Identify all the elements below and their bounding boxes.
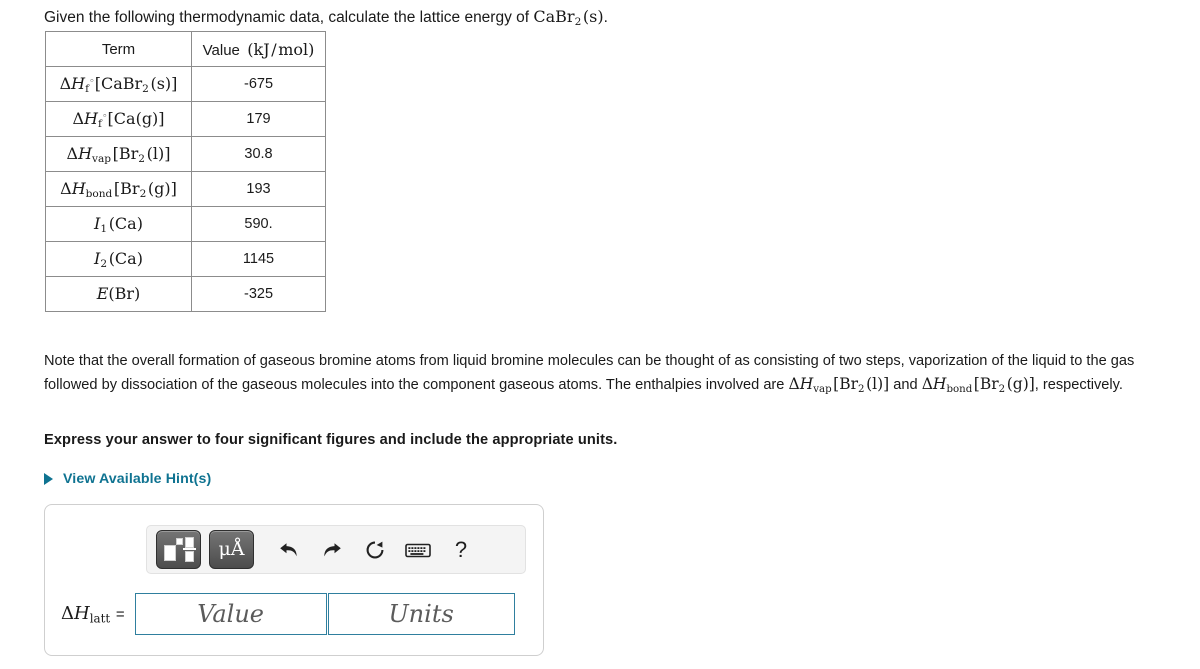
answer-instruction: Express your answer to four significant … xyxy=(44,432,618,448)
table-row: I2 (Ca) 1145 xyxy=(45,241,326,277)
triangle-right-icon xyxy=(44,473,53,485)
units-button[interactable]: μÅ xyxy=(209,530,254,569)
row-term-dhf-ca: ΔHf◦[Ca(g)] xyxy=(45,101,192,137)
table-header-row: Term Value (kJ / mol) xyxy=(45,31,326,67)
view-hints-link[interactable]: View Available Hint(s) xyxy=(44,471,211,487)
table-row: E(Br) -325 xyxy=(45,276,326,312)
question-prompt: Given the following thermodynamic data, … xyxy=(44,7,608,32)
note-formula-dhvap: ΔHvap [Br2 (l)] xyxy=(788,375,890,395)
term-formula: ΔHvap [Br2 (l)] xyxy=(66,143,171,165)
term-formula: ΔHf◦[Ca(g)] xyxy=(72,108,165,130)
thermodynamic-data-table: Term Value (kJ / mol) ΔHf◦[CaBr2 (s)] -6… xyxy=(45,31,326,312)
term-formula: E(Br) xyxy=(96,284,141,303)
undo-button[interactable] xyxy=(269,530,309,569)
row-value: 193 xyxy=(191,171,326,207)
term-formula: I2 (Ca) xyxy=(94,248,143,270)
note-text-part3: , respectively. xyxy=(1034,377,1123,393)
row-value: -325 xyxy=(191,276,326,312)
column-header-value-unit: (kJ / mol) xyxy=(244,39,315,59)
question-prompt-formula: CaBr2 (s) xyxy=(533,7,604,28)
note-formula-dhbond: ΔHbond [Br2 (g)] xyxy=(921,375,1035,395)
column-header-term: Term xyxy=(45,31,192,67)
value-input[interactable]: Value xyxy=(134,593,327,635)
row-term-e-br: E(Br) xyxy=(45,276,192,312)
view-hints-label: View Available Hint(s) xyxy=(63,471,212,487)
problem-page: Given the following thermodynamic data, … xyxy=(0,0,1200,669)
term-formula: ΔHbond [Br2 (g)] xyxy=(60,178,177,200)
term-formula: I1 (Ca) xyxy=(94,213,143,235)
units-icon-label: μÅ xyxy=(218,538,245,560)
row-value: -675 xyxy=(191,66,326,102)
help-icon-label: ? xyxy=(454,536,468,562)
row-term-dhbond-br2: ΔHbond [Br2 (g)] xyxy=(45,171,192,207)
table-row: ΔHbond [Br2 (g)] 193 xyxy=(45,171,326,207)
math-templates-button[interactable] xyxy=(156,530,201,569)
row-term-i1-ca: I1 (Ca) xyxy=(45,206,192,242)
answer-label-equals: = xyxy=(115,605,125,623)
row-term-i2-ca: I2 (Ca) xyxy=(45,241,192,277)
table-row: ΔHf◦[Ca(g)] 179 xyxy=(45,101,326,137)
math-template-icon xyxy=(163,536,196,563)
answer-toolbar: μÅ ? xyxy=(146,525,526,574)
column-header-value-label: Value xyxy=(202,41,240,59)
question-prompt-period: . xyxy=(603,9,608,26)
answer-input-row: ΔHlatt = Value Units xyxy=(61,593,515,635)
row-value: 179 xyxy=(191,101,326,137)
answer-label: ΔHlatt = xyxy=(61,602,125,626)
note-text-part2: and xyxy=(893,377,918,393)
term-formula: ΔHf◦[CaBr2 (s)] xyxy=(59,73,178,95)
help-button[interactable]: ? xyxy=(441,530,481,569)
units-input[interactable]: Units xyxy=(327,593,515,635)
column-header-value: Value (kJ / mol) xyxy=(191,31,326,67)
row-term-dhvap-br2: ΔHvap [Br2 (l)] xyxy=(45,136,192,172)
keyboard-button[interactable] xyxy=(398,530,438,569)
question-prompt-text: Given the following thermodynamic data, … xyxy=(44,9,530,26)
row-value: 590. xyxy=(191,206,326,242)
row-term-dhf-cabr2: ΔHf◦[CaBr2 (s)] xyxy=(45,66,192,102)
table-head: Term Value (kJ / mol) xyxy=(45,31,326,67)
note-paragraph: Note that the overall formation of gaseo… xyxy=(44,350,1180,401)
table-body: ΔHf◦[CaBr2 (s)] -675 ΔHf◦[Ca(g)] 179 ΔHv… xyxy=(45,66,326,312)
row-value: 30.8 xyxy=(191,136,326,172)
reset-button[interactable] xyxy=(355,530,395,569)
table-row: ΔHvap [Br2 (l)] 30.8 xyxy=(45,136,326,172)
answer-panel: μÅ ? ΔHlatt = Value Units xyxy=(44,504,544,656)
units-input-placeholder: Units xyxy=(388,600,454,628)
redo-button[interactable] xyxy=(312,530,352,569)
row-value: 1145 xyxy=(191,241,326,277)
table-row: I1 (Ca) 590. xyxy=(45,206,326,242)
value-input-placeholder: Value xyxy=(197,600,265,628)
table-row: ΔHf◦[CaBr2 (s)] -675 xyxy=(45,66,326,102)
